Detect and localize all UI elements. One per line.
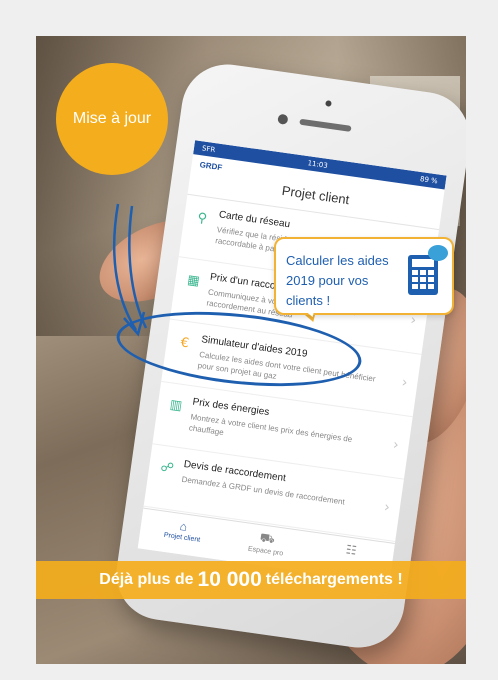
phone-speaker: [299, 118, 352, 132]
phone-sensor: [325, 100, 332, 107]
banner-number: 10 000: [197, 568, 262, 591]
down-arrows-icon: [112, 203, 148, 337]
banner-suffix: téléchargements !: [265, 571, 403, 588]
chevron-right-icon: ›: [383, 499, 391, 516]
status-time: 11:03: [307, 159, 329, 170]
calculator-icon: [408, 255, 438, 295]
update-badge-label: Mise à jour: [72, 110, 152, 127]
map-pin-icon: ⚲: [196, 210, 209, 227]
chart-icon: ▥: [168, 397, 184, 414]
status-battery: 89 %: [419, 174, 439, 186]
speech-bubble-text: Calculer les aides 2019 pour vos clients…: [286, 253, 389, 308]
status-carrier: SFR: [201, 144, 216, 155]
chevron-right-icon: ›: [391, 436, 400, 454]
downloads-banner: Déjà plus de 10 000 téléchargements !: [36, 561, 466, 599]
menu-item-description: Montrez à votre client les prix des éner…: [188, 412, 353, 445]
calculator-icon: ▦: [186, 272, 201, 290]
chevron-right-icon: ›: [400, 374, 409, 392]
update-badge: Mise à jour: [56, 63, 168, 175]
speech-bubble: Calculer les aides 2019 pour vos clients…: [274, 237, 454, 315]
piggy-bank-icon: [428, 245, 448, 261]
banner-prefix: Déjà plus de: [99, 571, 194, 588]
phone-camera: [277, 113, 289, 125]
grdf-logo: GRDF: [199, 160, 223, 173]
contact-icon: ☷: [344, 542, 358, 558]
connect-icon: ☍: [159, 459, 175, 477]
